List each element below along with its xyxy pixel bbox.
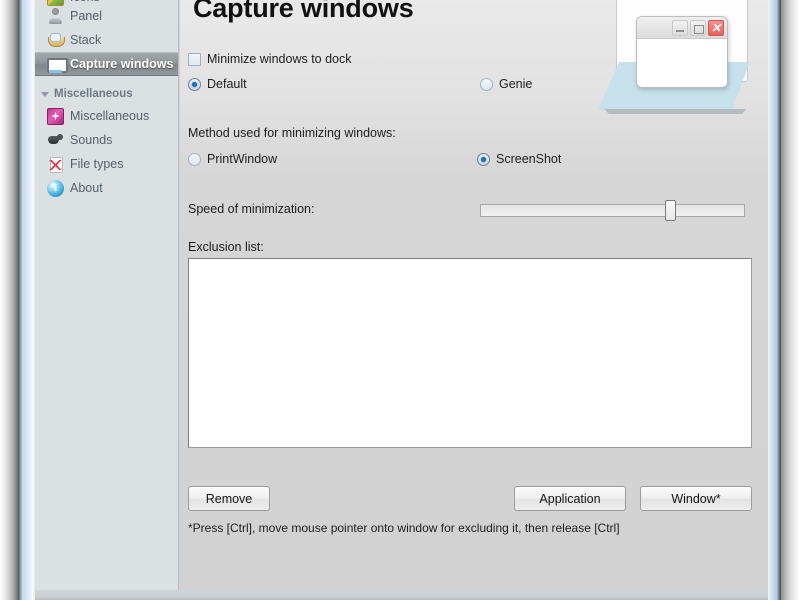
illustration-foreground-titlebar: ✕ [637, 17, 727, 39]
about-icon [47, 179, 64, 197]
miscellaneous-icon [47, 107, 64, 125]
speed-section-label: Speed of minimization: [188, 202, 315, 216]
sidebar-item-label-capture-windows: Capture windows [70, 56, 174, 71]
sidebar-item-capture-windows[interactable]: Capture windows [35, 52, 178, 76]
chevron-down-icon [41, 91, 49, 97]
close-icon: ✕ [708, 20, 724, 36]
window-frame-glass-right [768, 0, 777, 600]
radio-icon[interactable] [480, 77, 493, 91]
sidebar-item-label-about: About [70, 180, 103, 195]
file-types-icon [47, 156, 64, 173]
sidebar-item-sounds[interactable]: Sounds [35, 128, 178, 152]
sidebar-item-label-miscellaneous: Miscellaneous [70, 108, 150, 123]
checkbox-icon[interactable] [188, 52, 201, 66]
exclusion-list-box[interactable] [188, 258, 752, 448]
sidebar-item-about[interactable]: About [35, 176, 178, 200]
window-frame-shadow-left [0, 0, 18, 600]
sounds-icon [47, 132, 64, 149]
window-button[interactable]: Window* [640, 486, 752, 511]
sidebar-group-label: Miscellaneous [54, 88, 133, 100]
speed-slider-track[interactable] [480, 204, 745, 217]
minimize-icon [672, 20, 688, 36]
settings-content-pane: Capture windows ✕ Minimize windows to do… [180, 0, 768, 590]
method-option-screenshot-label: ScreenShot [496, 152, 562, 166]
minimize-to-dock-label: Minimize windows to dock [207, 52, 352, 66]
sidebar-item-miscellaneous[interactable]: Miscellaneous [35, 104, 178, 128]
settings-sidebar[interactable]: Icons Panel Stack Capture windows Miscel… [35, 0, 179, 590]
maximize-icon [690, 20, 706, 36]
sidebar-item-label-panel: Panel [70, 8, 102, 23]
window-frame-shadow-right [781, 0, 800, 600]
illustration-foreground-window-buttons: ✕ [672, 20, 724, 36]
radio-icon[interactable] [477, 152, 490, 166]
animation-option-genie[interactable]: Genie [480, 77, 532, 91]
exclusion-list-label: Exclusion list: [188, 240, 264, 254]
method-section-label: Method used for minimizing windows: [188, 126, 396, 140]
radio-icon[interactable] [188, 77, 201, 91]
illustration-foreground-window: ✕ [636, 16, 728, 88]
method-option-printwindow[interactable]: PrintWindow [188, 152, 277, 166]
sidebar-item-panel[interactable]: Panel [35, 4, 178, 28]
sidebar-group-miscellaneous[interactable]: Miscellaneous [35, 84, 178, 104]
stack-icon [47, 32, 65, 49]
sidebar-item-file-types[interactable]: File types [35, 152, 178, 176]
speed-slider[interactable] [480, 200, 745, 221]
radio-icon[interactable] [188, 152, 201, 166]
animation-option-genie-label: Genie [499, 77, 533, 91]
illustration-desk-edge [604, 109, 747, 114]
window-frame-glass-left [22, 0, 32, 600]
sidebar-item-label-file-types: File types [70, 156, 124, 171]
window-frame-bottom [35, 590, 768, 600]
animation-option-default[interactable]: Default [188, 77, 247, 91]
capture-windows-illustration: ✕ [598, 0, 758, 126]
minimize-to-dock-checkbox[interactable]: Minimize windows to dock [188, 52, 352, 66]
sidebar-item-stack[interactable]: Stack [35, 28, 178, 52]
animation-option-default-label: Default [207, 77, 247, 91]
page-title: Capture windows [193, 0, 414, 24]
method-option-screenshot[interactable]: ScreenShot [477, 152, 561, 166]
remove-button[interactable]: Remove [188, 486, 270, 511]
capture-windows-icon [47, 56, 68, 73]
panel-icon [47, 8, 64, 25]
sidebar-item-label-icons: Icons [70, 0, 100, 3]
sidebar-item-label-stack: Stack [70, 32, 102, 47]
method-option-printwindow-label: PrintWindow [207, 152, 278, 166]
screen: Icons Panel Stack Capture windows Miscel… [0, 0, 800, 600]
sidebar-item-label-sounds: Sounds [70, 132, 113, 147]
speed-slider-thumb[interactable] [665, 200, 676, 221]
application-button[interactable]: Application [514, 486, 626, 511]
settings-dialog: Icons Panel Stack Capture windows Miscel… [35, 0, 768, 590]
exclusion-footnote: *Press [Ctrl], move mouse pointer onto w… [188, 521, 620, 535]
